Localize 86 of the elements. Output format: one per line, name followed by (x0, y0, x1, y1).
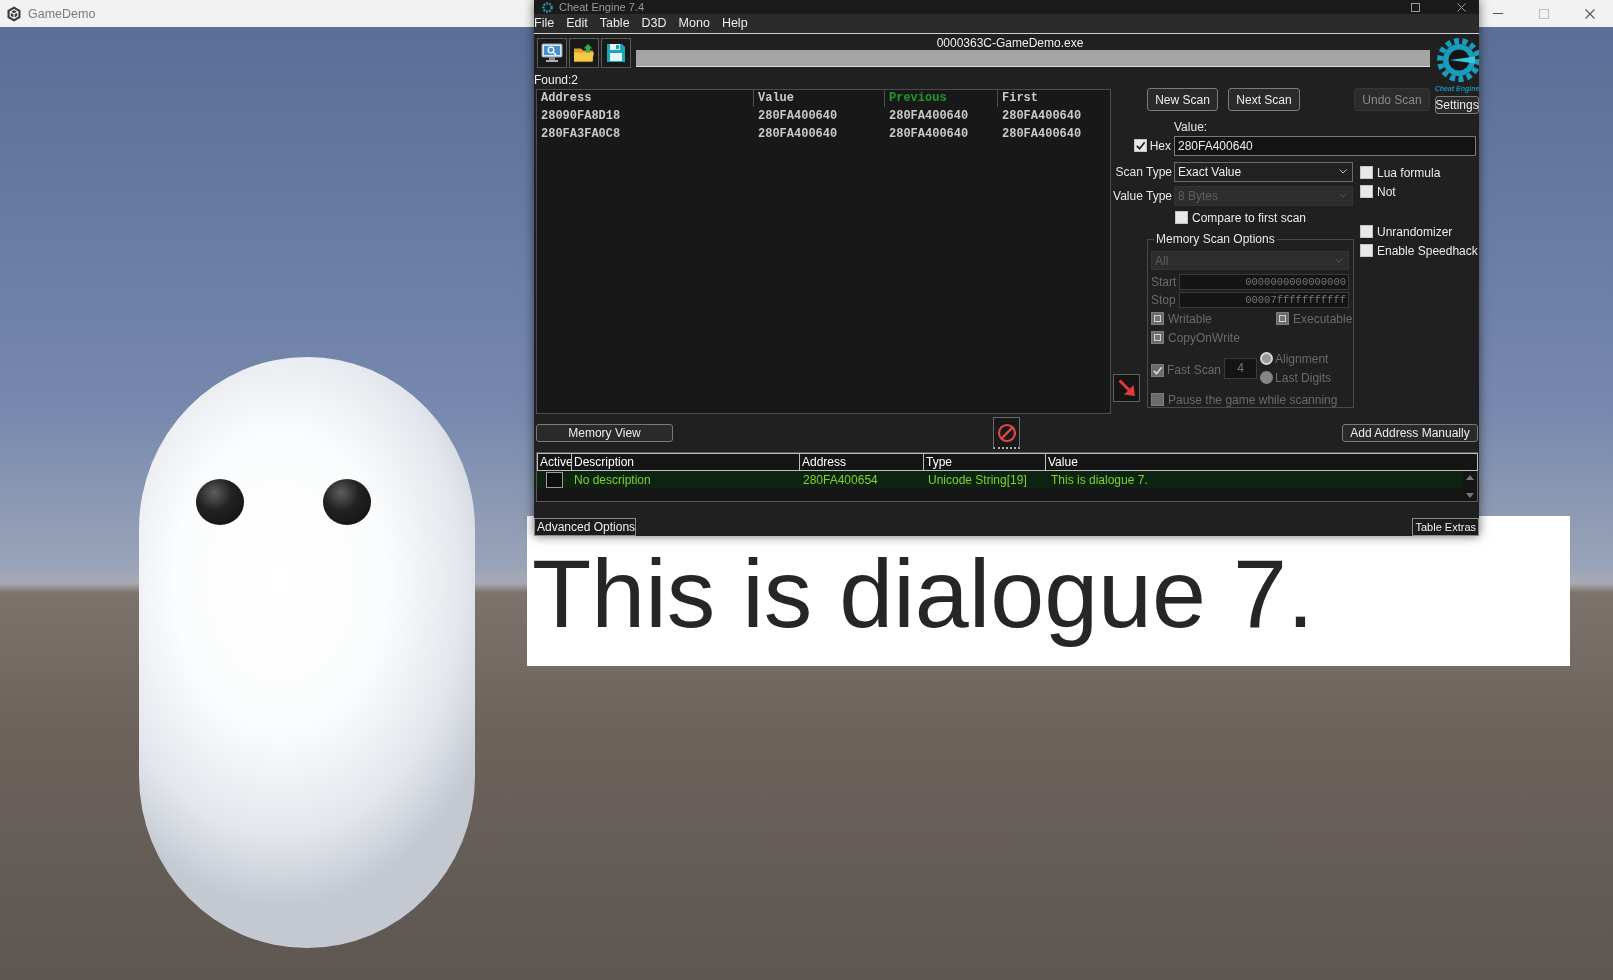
arrow-button[interactable] (1113, 374, 1140, 402)
radio-label: Alignment (1275, 351, 1329, 366)
caret-icon (1335, 258, 1343, 263)
table-cell-text: 280FA400640 (1001, 109, 1083, 123)
column-header[interactable]: Address (537, 90, 754, 107)
scroll-up-icon[interactable] (1466, 475, 1474, 480)
checkbox[interactable] (1360, 244, 1373, 257)
memory-view-button[interactable]: Memory View (536, 424, 673, 442)
table-cell-text: No description (573, 472, 652, 487)
process-name: 0000363C-GameDemo.exe (936, 36, 1084, 50)
toolbar-button[interactable] (537, 38, 567, 68)
value-input[interactable]: 280FA400640 (1174, 135, 1476, 156)
column-header[interactable]: Value (1045, 453, 1478, 471)
checkbox-label: Pause the game while scanning (1168, 392, 1338, 407)
menu-item[interactable]: Table (599, 15, 630, 32)
menu-item[interactable]: Edit (566, 15, 588, 32)
window-title: Cheat Engine 7.4 (559, 0, 644, 14)
table-cell-text: 280FA400640 (888, 109, 970, 123)
column-header[interactable]: First (998, 90, 1110, 107)
checkbox-label: Enable Speedhack (1377, 243, 1478, 258)
found-count: Found:2 (534, 72, 580, 88)
window-title: GameDemo (28, 6, 96, 21)
table-cell-text: 280FA400654 (802, 472, 879, 487)
field-label: Value: (1174, 120, 1208, 134)
checkbox-label: Not (1377, 184, 1396, 199)
checkbox-label: CopyOnWrite (1168, 330, 1240, 345)
checkbox[interactable] (546, 471, 563, 488)
column-header[interactable]: Value (754, 90, 885, 107)
checkbox[interactable] (1360, 185, 1373, 198)
table-row[interactable]: No description 280FA400654 Unicode String[19] This is dialogue 7. (537, 471, 1463, 488)
scan-button[interactable]: Next Scan (1228, 88, 1300, 111)
cancel-button[interactable] (993, 417, 1020, 449)
column-header[interactable]: Description (571, 453, 800, 471)
folder-icon (573, 43, 595, 63)
checkbox-label: Hex (1149, 138, 1171, 153)
field-label: Value Type (1112, 188, 1173, 203)
checkbox-label: Executable (1293, 311, 1353, 326)
table-cell-text: 280FA400640 (757, 109, 839, 123)
menu-item[interactable]: Mono (678, 15, 710, 32)
checkbox-label: Writable (1168, 311, 1212, 326)
checkbox[interactable] (1133, 139, 1147, 152)
menu-item[interactable]: File (534, 15, 555, 32)
menu-item[interactable]: Help (721, 15, 748, 32)
scan-type-dropdown[interactable]: Exact Value (1174, 161, 1353, 182)
table-extras-button[interactable]: Table Extras (1412, 518, 1479, 536)
toolbar-button[interactable] (569, 38, 599, 68)
prohibited-icon (996, 422, 1017, 443)
menu-item[interactable]: D3D (641, 15, 667, 32)
radio-label: Last Digits (1275, 370, 1332, 385)
checkbox[interactable] (1360, 225, 1373, 238)
toolbar-button[interactable] (601, 38, 631, 68)
arrow-icon (1117, 379, 1136, 397)
checkbox[interactable] (1360, 166, 1373, 179)
field-label: Stop (1151, 293, 1177, 307)
table-cell-text: 28090FA8D18 (540, 109, 622, 123)
table-cell-text: 280FA400640 (888, 127, 970, 141)
dialogue-text: This is dialogue 7. (532, 538, 1314, 650)
column-header[interactable]: Type (923, 453, 1046, 471)
gear-icon (542, 1, 553, 13)
column-header[interactable]: Address (799, 453, 924, 471)
checkbox-label: Fast Scan (1167, 363, 1222, 377)
checkbox-label: Lua formula (1377, 165, 1441, 180)
checkbox[interactable] (1175, 211, 1188, 224)
table-cell-text: 280FA400640 (757, 127, 839, 141)
advanced-options-button[interactable]: Advanced Options (534, 518, 636, 536)
close-icon[interactable] (1457, 2, 1466, 12)
table-cell-text: Unicode String[19] (927, 472, 1028, 487)
add-address-button[interactable]: Add Address Manually (1342, 424, 1478, 442)
cube-icon (6, 5, 22, 22)
checkbox-label: Unrandomizer (1377, 224, 1453, 239)
maximize-icon[interactable] (1411, 2, 1420, 12)
table-cell-text: This is dialogue 7. (1050, 472, 1149, 487)
field-label: Scan Type (1114, 164, 1173, 179)
group-title: Memory Scan Options (1155, 232, 1276, 246)
caret-icon (1339, 193, 1347, 198)
monitor-icon (541, 43, 563, 63)
scan-button[interactable]: New Scan (1147, 88, 1218, 111)
scroll-down-icon[interactable] (1466, 493, 1474, 498)
field-label: Start (1151, 275, 1178, 289)
caret-icon (1339, 169, 1347, 174)
column-header[interactable]: Previous (885, 90, 998, 107)
checkbox-label: Compare to first scan (1192, 210, 1307, 225)
settings-button[interactable]: Settings (1435, 96, 1479, 114)
close-icon[interactable] (1585, 8, 1595, 19)
table-cell-text: 280FA400640 (1001, 127, 1083, 141)
table-cell-text: 280FA3FA0C8 (540, 127, 622, 141)
